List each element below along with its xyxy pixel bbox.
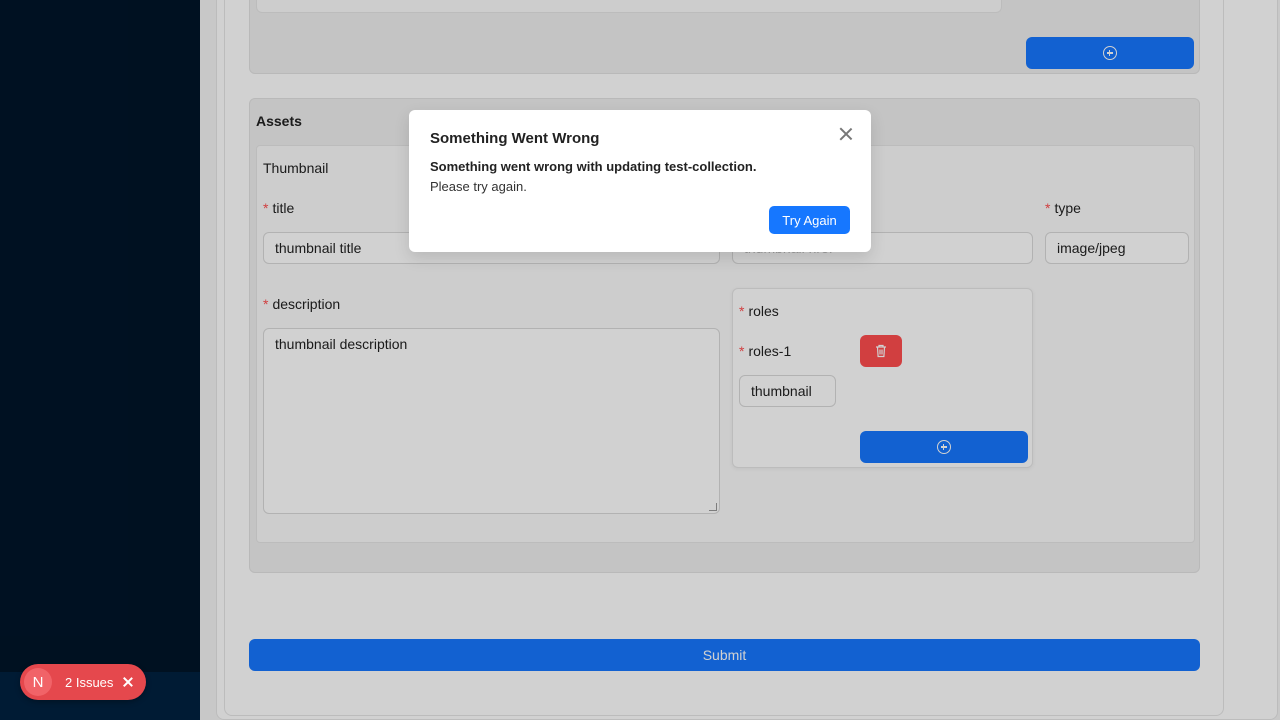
try-again-button[interactable]: Try Again xyxy=(769,206,850,234)
modal-message: Something went wrong with updating test-… xyxy=(430,159,757,174)
modal-title: Something Went Wrong xyxy=(430,130,600,147)
nextjs-logo-icon: N xyxy=(24,668,52,696)
issues-badge[interactable]: N 2 Issues xyxy=(20,664,146,700)
issues-count: 2 Issues xyxy=(65,674,114,690)
close-icon[interactable] xyxy=(123,677,133,687)
error-modal: Something Went Wrong Something went wron… xyxy=(409,110,871,252)
close-icon[interactable] xyxy=(839,127,853,141)
modal-submessage: Please try again. xyxy=(430,179,527,194)
modal-overlay[interactable] xyxy=(0,0,1280,720)
